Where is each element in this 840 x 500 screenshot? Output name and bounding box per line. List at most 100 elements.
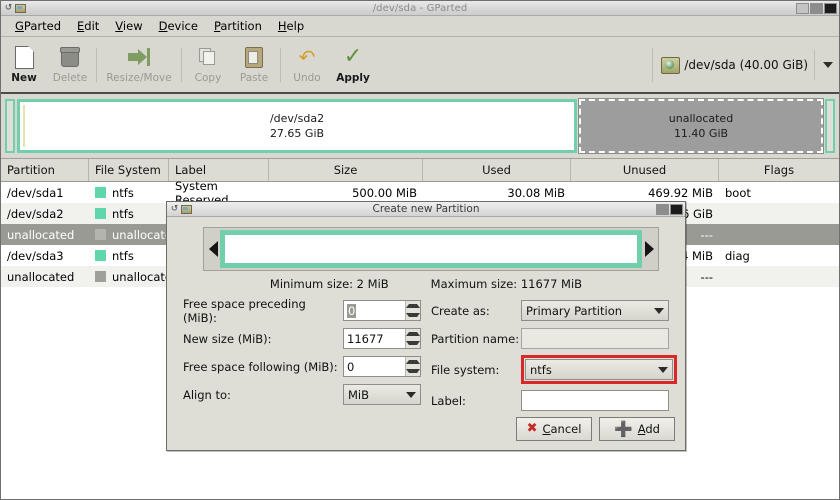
stepper-down-icon[interactable] bbox=[406, 311, 420, 321]
row3-filesystem: ntfs bbox=[89, 249, 169, 263]
dialog-close-button[interactable] bbox=[670, 203, 683, 215]
device-selector[interactable]: /dev/sda (40.00 GiB) bbox=[652, 47, 833, 83]
row2-partition: unallocated bbox=[7, 227, 75, 242]
align-to-value: MiB bbox=[348, 387, 370, 402]
toolbar-resize-move-button[interactable]: Resize/Move bbox=[100, 39, 178, 91]
field-free-space-following: Free space following (MiB): 0 bbox=[183, 356, 421, 377]
align-to-dropdown[interactable]: MiB bbox=[343, 384, 421, 405]
menu-device[interactable]: Device bbox=[151, 17, 206, 35]
new-size-label: New size (MiB): bbox=[183, 331, 272, 346]
stepper-up-icon[interactable] bbox=[406, 357, 420, 367]
stepper-up-icon[interactable] bbox=[406, 329, 420, 339]
partition-name-input[interactable] bbox=[521, 328, 669, 349]
minimize-button[interactable] bbox=[796, 2, 809, 14]
menu-device-label: evice bbox=[167, 19, 198, 33]
disk-end-marker bbox=[825, 99, 835, 153]
copy-icon bbox=[196, 45, 220, 69]
row0-size: 500.00 MiB bbox=[352, 185, 417, 200]
graphic-partition-sda2-used bbox=[23, 105, 25, 147]
create-as-dropdown[interactable]: Primary Partition bbox=[521, 300, 669, 321]
toolbar-resize-move-label: Resize/Move bbox=[106, 72, 172, 84]
toolbar-undo-button[interactable]: ↶ Undo bbox=[284, 39, 330, 91]
label-field-label: Label: bbox=[431, 393, 466, 408]
graphic-partition-unallocated[interactable]: unallocated 11.40 GiB bbox=[578, 98, 824, 154]
menu-edit[interactable]: Edit bbox=[69, 17, 107, 35]
partition-size-bar[interactable] bbox=[220, 230, 642, 268]
file-system-value: ntfs bbox=[530, 362, 552, 377]
column-header-used[interactable]: Used bbox=[423, 159, 571, 181]
free-space-preceding-stepper[interactable] bbox=[405, 301, 420, 320]
free-space-following-stepper[interactable] bbox=[405, 357, 420, 376]
dialog-body: Minimum size: 2 MiB Maximum size: 11677 … bbox=[167, 217, 685, 411]
column-header-partition[interactable]: Partition bbox=[1, 159, 89, 181]
field-free-space-preceding: Free space preceding (MiB): 0 bbox=[183, 297, 421, 325]
filesystem-color-swatch bbox=[95, 271, 106, 282]
free-space-following-spinner[interactable]: 0 bbox=[343, 356, 421, 377]
new-size-spinner[interactable]: 11677 bbox=[343, 328, 421, 349]
menu-view-mnemonic: V bbox=[115, 19, 123, 33]
dialog-window-controls bbox=[656, 203, 683, 215]
row0-filesystem: ntfs bbox=[89, 186, 169, 200]
gparted-main-window: ↺ /dev/sda - GParted GParted Edit View D… bbox=[0, 0, 840, 500]
free-space-following-value[interactable]: 0 bbox=[344, 357, 405, 376]
partition-size-slider[interactable] bbox=[203, 227, 659, 271]
maximize-button[interactable] bbox=[810, 2, 823, 14]
chevron-down-icon[interactable] bbox=[823, 62, 833, 68]
label-input[interactable] bbox=[521, 390, 669, 411]
close-button[interactable] bbox=[824, 2, 837, 14]
toolbar-copy-label: Copy bbox=[194, 72, 222, 84]
menu-gparted[interactable]: GParted bbox=[7, 17, 69, 35]
column-header-file-system[interactable]: File System bbox=[89, 159, 169, 181]
menu-edit-label: dit bbox=[84, 19, 100, 33]
stepper-up-icon[interactable] bbox=[406, 301, 420, 311]
row3-flags: diag bbox=[725, 248, 750, 263]
resize-right-handle[interactable] bbox=[642, 241, 656, 257]
toolbar-new-button[interactable]: New bbox=[1, 39, 47, 91]
free-space-preceding-spinner[interactable]: 0 bbox=[343, 300, 421, 321]
menu-bar: GParted Edit View Device Partition Help bbox=[1, 16, 839, 37]
add-button[interactable]: ➕ Add bbox=[599, 417, 675, 441]
dialog-form-right-column: Create as: Primary Partition Partition n… bbox=[421, 300, 677, 411]
stepper-down-icon[interactable] bbox=[406, 367, 420, 377]
field-align-to: Align to: MiB bbox=[183, 384, 421, 405]
graphic-partition-sda2[interactable]: /dev/sda2 27.65 GiB bbox=[17, 99, 577, 153]
chevron-down-icon bbox=[406, 391, 416, 398]
minimum-size-text: Minimum size: 2 MiB bbox=[269, 277, 389, 291]
row2-filesystem: unallocated bbox=[89, 228, 179, 242]
dialog-titlebar: ↺ Create new Partition bbox=[167, 202, 685, 217]
toolbar-apply-button[interactable]: ✓ Apply bbox=[330, 39, 376, 91]
field-file-system: File system: ntfs bbox=[431, 355, 677, 384]
create-new-partition-dialog: ↺ Create new Partition Minimum size: 2 M… bbox=[166, 201, 686, 451]
window-controls bbox=[796, 2, 837, 14]
cancel-button[interactable]: ✖ Cancel bbox=[516, 417, 592, 441]
file-system-dropdown[interactable]: ntfs bbox=[525, 359, 673, 380]
toolbar-delete-button[interactable]: Delete bbox=[47, 39, 93, 91]
stepper-down-icon[interactable] bbox=[406, 339, 420, 349]
window-titlebar: ↺ /dev/sda - GParted bbox=[1, 1, 839, 16]
toolbar-copy-button[interactable]: Copy bbox=[185, 39, 231, 91]
column-header-unused[interactable]: Unused bbox=[571, 159, 719, 181]
graphic-partition-sda2-name: /dev/sda2 bbox=[269, 112, 325, 125]
menu-view[interactable]: View bbox=[107, 17, 150, 35]
column-header-flags[interactable]: Flags bbox=[719, 159, 839, 181]
device-selector-label: /dev/sda (40.00 GiB) bbox=[684, 58, 808, 72]
chevron-down-icon bbox=[654, 307, 664, 314]
toolbar-paste-button[interactable]: Paste bbox=[231, 39, 277, 91]
add-rest: dd bbox=[645, 422, 660, 436]
menu-partition[interactable]: Partition bbox=[206, 17, 270, 35]
menu-help-mnemonic: H bbox=[277, 19, 287, 33]
free-space-preceding-value-wrap[interactable]: 0 bbox=[344, 301, 405, 320]
table-row[interactable]: /dev/sda1 ntfs System Reserved 500.00 Mi… bbox=[1, 179, 839, 207]
filesystem-color-swatch bbox=[95, 187, 106, 198]
menu-help[interactable]: Help bbox=[270, 17, 312, 35]
column-header-size[interactable]: Size bbox=[269, 159, 423, 181]
new-size-stepper[interactable] bbox=[405, 329, 420, 348]
new-size-value[interactable]: 11677 bbox=[344, 329, 405, 348]
toolbar-separator-2 bbox=[181, 47, 182, 82]
undo-arrow-icon: ↶ bbox=[298, 45, 316, 69]
free-space-following-label: Free space following (MiB): bbox=[183, 359, 338, 374]
dialog-form: Free space preceding (MiB): 0 New size (… bbox=[179, 297, 677, 411]
resize-left-handle[interactable] bbox=[206, 241, 220, 257]
toolbar-separator-1 bbox=[96, 47, 97, 82]
dialog-maximize-button[interactable] bbox=[656, 203, 669, 215]
